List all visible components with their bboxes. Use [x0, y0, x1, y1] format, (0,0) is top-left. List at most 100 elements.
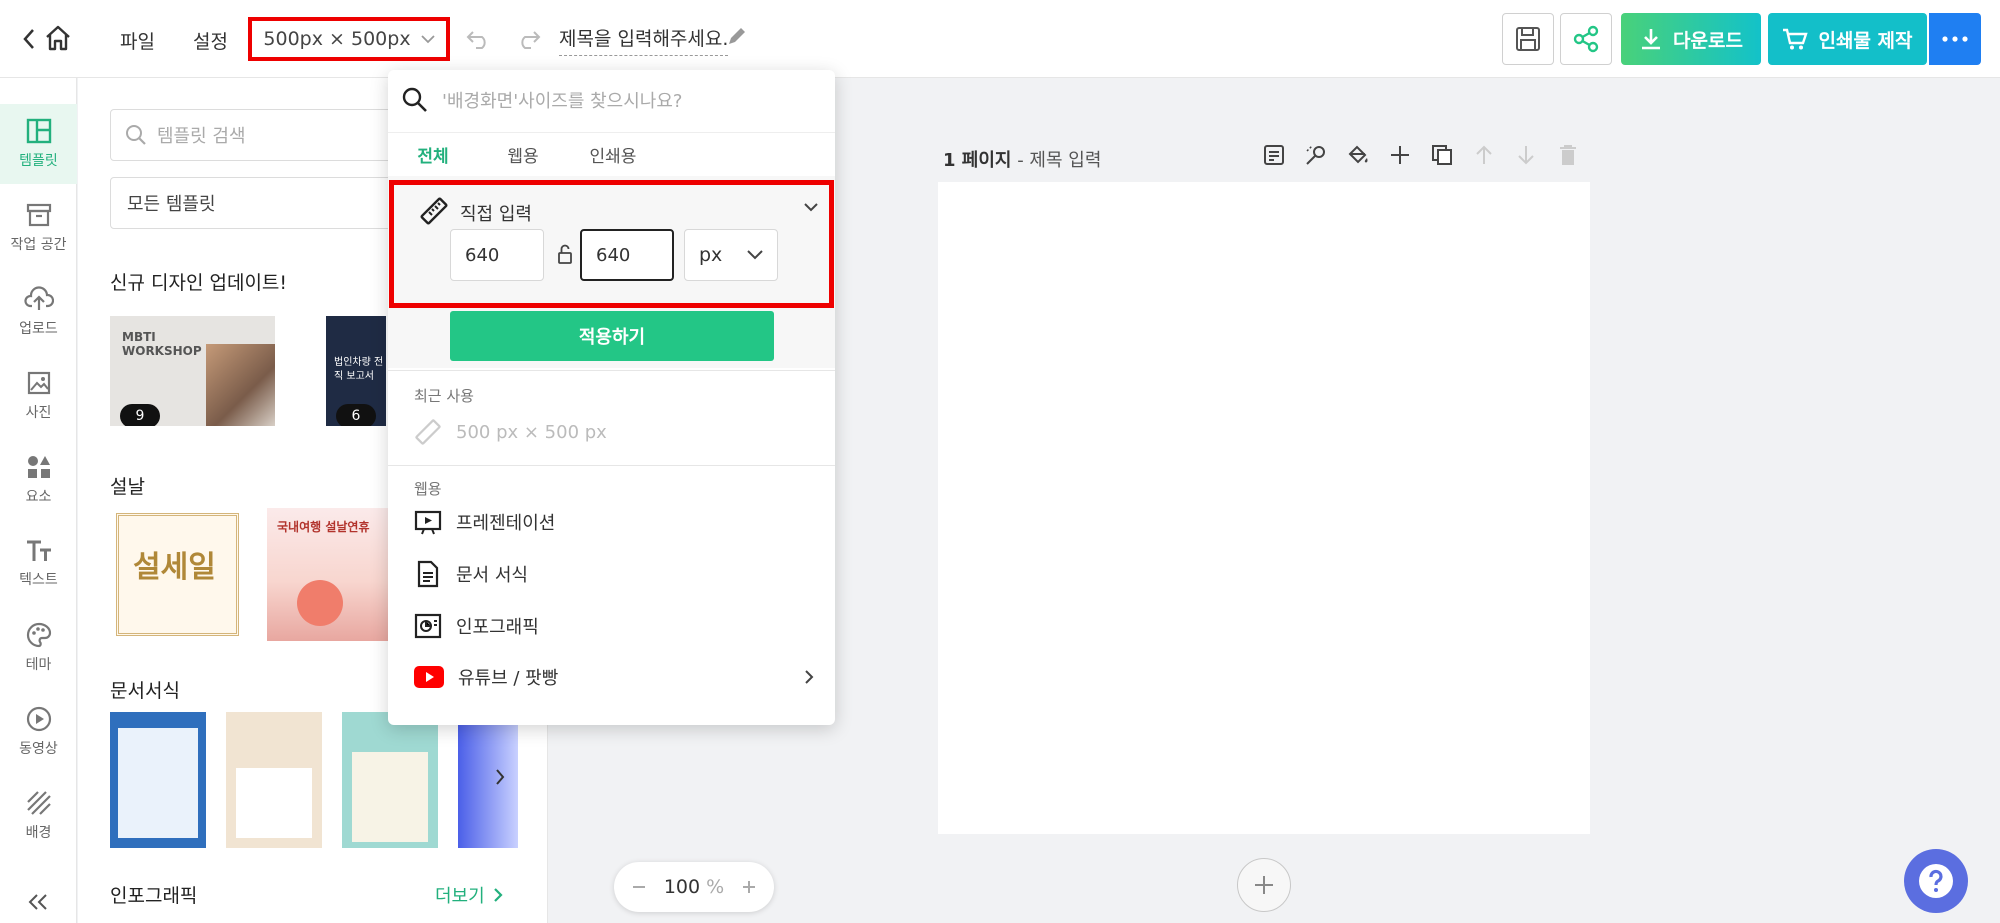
print-order-button[interactable]: 인쇄물 제작: [1768, 13, 1927, 65]
size-item-youtube[interactable]: 유튜브 / 팟빵: [414, 664, 814, 690]
section-title-docs: 문서서식: [110, 680, 180, 702]
menu-settings[interactable]: 설정: [193, 27, 228, 54]
rail-item-background[interactable]: 배경: [0, 778, 77, 854]
undo-icon[interactable]: [466, 28, 492, 50]
size-item-label: 유튜브 / 팟빵: [458, 668, 559, 689]
share-button[interactable]: [1560, 13, 1612, 65]
template-thumb-doc-1[interactable]: [110, 712, 206, 848]
paint-bucket-icon[interactable]: [1346, 143, 1370, 167]
back-icon[interactable]: [22, 28, 36, 50]
share-icon: [1572, 25, 1600, 53]
lock-open-icon[interactable]: [557, 244, 573, 264]
download-icon: [1639, 27, 1663, 51]
size-item-presentation[interactable]: 프레젠테이션: [414, 508, 555, 536]
template-thumb-lunar-travel[interactable]: 국내여행 설날연휴: [267, 508, 390, 641]
canvas-size-label: 500px × 500px: [263, 28, 411, 50]
rail-item-video[interactable]: 동영상: [0, 694, 77, 770]
doc-page-shape: [236, 768, 312, 838]
template-thumb-lunar-sale[interactable]: 설세일: [116, 513, 239, 636]
size-item-label: 문서 서식: [456, 565, 528, 586]
search-icon: [125, 124, 147, 146]
size-item-infographic[interactable]: 인포그래픽: [414, 612, 539, 640]
presentation-icon: [414, 508, 442, 536]
custom-size-label: 직접 입력: [460, 204, 532, 225]
download-button[interactable]: 다운로드: [1621, 13, 1761, 65]
photo-icon: [26, 370, 52, 396]
page-count-badge: 6: [336, 404, 376, 426]
save-button[interactable]: [1502, 13, 1554, 65]
template-thumb-text: 법인차량 전직 보고서: [334, 357, 384, 382]
help-button[interactable]: [1904, 849, 1968, 913]
move-up-icon[interactable]: [1472, 143, 1496, 167]
template-thumb-doc-4[interactable]: [458, 712, 518, 848]
section-title-new: 신규 디자인 업데이트!: [110, 272, 288, 294]
menu-file[interactable]: 파일: [120, 27, 155, 54]
zoom-value[interactable]: 100 %: [664, 876, 724, 898]
size-search-input[interactable]: '배경화면'사이즈를 찾으시나요?: [388, 70, 835, 130]
rail-item-theme[interactable]: 테마: [0, 610, 77, 686]
workspace-icon: [26, 202, 52, 228]
canvas-size-popover: '배경화면'사이즈를 찾으시나요? 전체 웹용 인쇄용 직접 입력 640 64…: [388, 70, 835, 725]
width-input[interactable]: 640: [450, 229, 544, 281]
download-label: 다운로드: [1673, 29, 1743, 52]
move-down-icon[interactable]: [1514, 143, 1538, 167]
rail-label: 테마: [25, 657, 52, 673]
more-menu-button[interactable]: [1929, 13, 1981, 65]
more-link-label: 더보기: [435, 886, 485, 907]
unit-select[interactable]: px: [684, 229, 778, 281]
rail-label: 배경: [25, 825, 52, 841]
template-category-value: 모든 템플릿: [127, 194, 216, 215]
memo-icon[interactable]: [1262, 143, 1286, 167]
save-icon: [1514, 25, 1542, 53]
canvas-size-dropdown[interactable]: 500px × 500px: [248, 17, 450, 61]
page-title-input[interactable]: - 제목 입력: [1017, 150, 1101, 171]
pencil-icon[interactable]: [726, 25, 748, 47]
template-thumb-report[interactable]: 법인차량 전직 보고서 6: [326, 316, 386, 426]
zoom-out-icon[interactable]: [632, 880, 646, 894]
design-canvas[interactable]: [938, 182, 1590, 834]
eyedropper-icon[interactable]: [1304, 143, 1328, 167]
page-number: 1 페이지: [943, 150, 1012, 171]
home-icon[interactable]: [44, 25, 72, 51]
doc-page-shape: [352, 752, 428, 842]
document-title-input[interactable]: 제목을 입력해주세요.: [559, 24, 729, 56]
template-thumb-mbti[interactable]: MBTI WORKSHOP 9: [110, 316, 275, 426]
rail-item-upload[interactable]: 업로드: [0, 274, 77, 350]
trash-icon[interactable]: [1556, 143, 1580, 167]
text-icon: [25, 539, 53, 563]
tab-print[interactable]: 인쇄용: [568, 133, 658, 176]
height-input[interactable]: 640: [580, 229, 674, 281]
size-item-document[interactable]: 문서 서식: [414, 560, 528, 588]
chevron-right-icon: [493, 887, 503, 903]
rail-item-photo[interactable]: 사진: [0, 358, 77, 434]
more-link[interactable]: 더보기: [435, 882, 503, 908]
doc-page-shape: [118, 728, 198, 838]
plus-icon: [1253, 874, 1275, 896]
rail-label: 사진: [25, 405, 52, 421]
rail-item-elements[interactable]: 요소: [0, 442, 77, 518]
chevron-right-icon[interactable]: [494, 768, 506, 786]
divider: [388, 370, 835, 371]
duplicate-icon[interactable]: [1430, 143, 1454, 167]
tab-all[interactable]: 전체: [388, 133, 478, 176]
rail-item-text[interactable]: 텍스트: [0, 526, 77, 602]
divider: [388, 465, 835, 466]
recent-size-item[interactable]: 500 px × 500 px: [414, 418, 607, 446]
section-title-infographic: 인포그래픽: [110, 885, 198, 907]
add-icon[interactable]: [1388, 143, 1412, 167]
rail-label: 템플릿: [19, 153, 58, 169]
redo-icon[interactable]: [515, 28, 541, 50]
apply-size-button[interactable]: 적용하기: [450, 311, 774, 361]
chevron-down-icon: [747, 250, 763, 260]
chevron-down-icon[interactable]: [804, 203, 818, 212]
infographic-icon: [414, 612, 442, 640]
template-thumb-doc-3[interactable]: [342, 712, 438, 848]
template-thumb-doc-2[interactable]: [226, 712, 322, 848]
collapse-panel-icon[interactable]: [26, 893, 50, 911]
rail-item-template[interactable]: 템플릿: [0, 104, 77, 184]
size-item-label: 인포그래픽: [456, 617, 539, 638]
add-page-button[interactable]: [1237, 858, 1291, 912]
tab-web[interactable]: 웹용: [478, 133, 568, 176]
rail-item-workspace[interactable]: 작업 공간: [0, 190, 77, 266]
zoom-in-icon[interactable]: [742, 880, 756, 894]
